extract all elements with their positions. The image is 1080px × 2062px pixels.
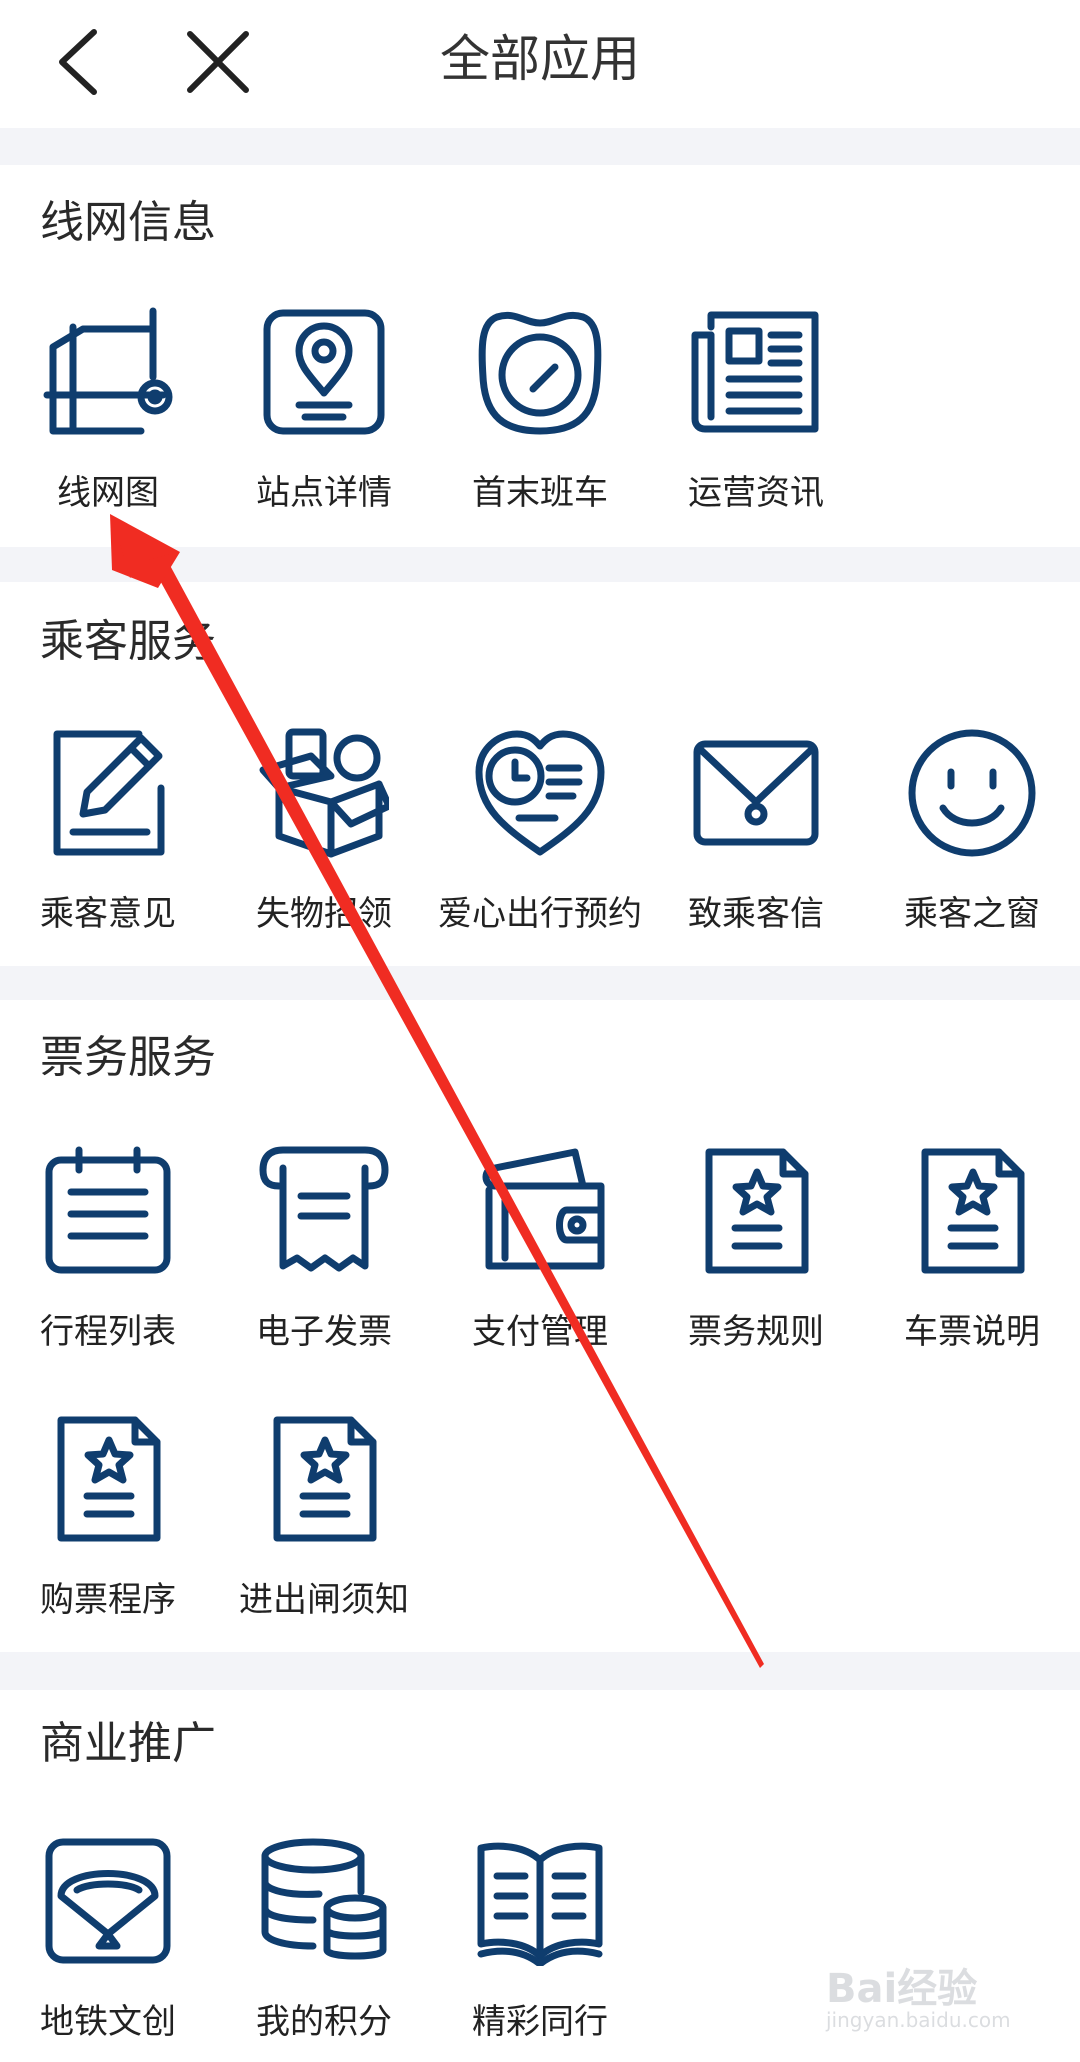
watermark-subtext: jingyan.baidu.com [826, 2008, 1011, 2032]
app-metro-creative[interactable]: 地铁文创 [0, 1836, 216, 2062]
fan-icon [45, 1838, 171, 1964]
app-payment-management[interactable]: 支付管理 [432, 1146, 648, 1376]
baidu-watermark: Bai经验 jingyan.baidu.com [826, 1948, 1026, 2038]
app-gate-instructions[interactable]: 进出闸须知 [216, 1414, 432, 1644]
app-first-last-train[interactable]: 首末班车 [432, 307, 648, 537]
app-trip-list[interactable]: 行程列表 [0, 1146, 216, 1376]
app-my-points[interactable]: 我的积分 [216, 1836, 432, 2062]
envelope-icon [693, 740, 819, 846]
app-operation-news[interactable]: 运营资讯 [648, 307, 864, 537]
section-ticket-service: 票务服务 行程列表 电子发票 支付管理 票务规则 车票说明 购票程序 进出闸须知 [0, 1000, 1080, 1652]
app-care-travel-booking[interactable]: 爱心出行预约 [432, 728, 648, 958]
receipt-icon [259, 1146, 389, 1272]
section-title: 乘客服务 [40, 616, 216, 667]
watermark-text: Bai经验 [826, 1966, 978, 2012]
calendar-list-icon [45, 1146, 171, 1274]
app-label: 车票说明 [904, 1312, 1040, 1352]
app-wonderful-journey[interactable]: 精彩同行 [432, 1836, 648, 2062]
star-document-icon [921, 1148, 1025, 1274]
location-pin-icon [263, 309, 385, 435]
newspaper-icon [691, 311, 819, 433]
app-ticket-purchase-procedure[interactable]: 购票程序 [0, 1414, 216, 1644]
page-title: 全部应用 [440, 30, 640, 88]
header-bar: 全部应用 [0, 0, 1080, 128]
star-document-icon [57, 1416, 161, 1542]
smiley-icon [908, 729, 1036, 857]
app-label: 运营资讯 [688, 473, 824, 513]
section-title: 商业推广 [40, 1718, 216, 1769]
app-network-map[interactable]: 线网图 [0, 307, 216, 537]
wallet-icon [482, 1148, 605, 1270]
app-lost-and-found[interactable]: 失物招领 [216, 728, 432, 958]
star-document-icon [273, 1416, 377, 1542]
heart-clock-icon [475, 730, 605, 856]
app-e-invoice[interactable]: 电子发票 [216, 1146, 432, 1376]
app-letter-to-passengers[interactable]: 致乘客信 [648, 728, 864, 958]
app-station-details[interactable]: 站点详情 [216, 307, 432, 537]
app-label: 精彩同行 [472, 2002, 608, 2042]
network-map-icon [43, 307, 173, 435]
app-label: 乘客之窗 [904, 894, 1040, 934]
app-passenger-window[interactable]: 乘客之窗 [864, 728, 1080, 958]
app-ticket-description[interactable]: 车票说明 [864, 1146, 1080, 1376]
app-ticket-rules[interactable]: 票务规则 [648, 1146, 864, 1376]
section-title: 线网信息 [40, 197, 216, 248]
app-label: 进出闸须知 [239, 1580, 409, 1620]
section-network-info: 线网信息 线网图 站点详情 首末班车 运营资讯 [0, 165, 1080, 547]
clock-icon [478, 311, 602, 435]
open-book-icon [477, 1842, 603, 1966]
open-box-icon [259, 728, 389, 858]
app-passenger-feedback[interactable]: 乘客意见 [0, 728, 216, 958]
section-title: 票务服务 [40, 1032, 216, 1083]
coin-stack-icon [261, 1838, 387, 1960]
edit-note-icon [53, 730, 165, 856]
star-document-icon [705, 1148, 809, 1274]
section-passenger-service: 乘客服务 乘客意见 失物招领 爱心出行预约 致乘客信 乘客之窗 [0, 582, 1080, 966]
